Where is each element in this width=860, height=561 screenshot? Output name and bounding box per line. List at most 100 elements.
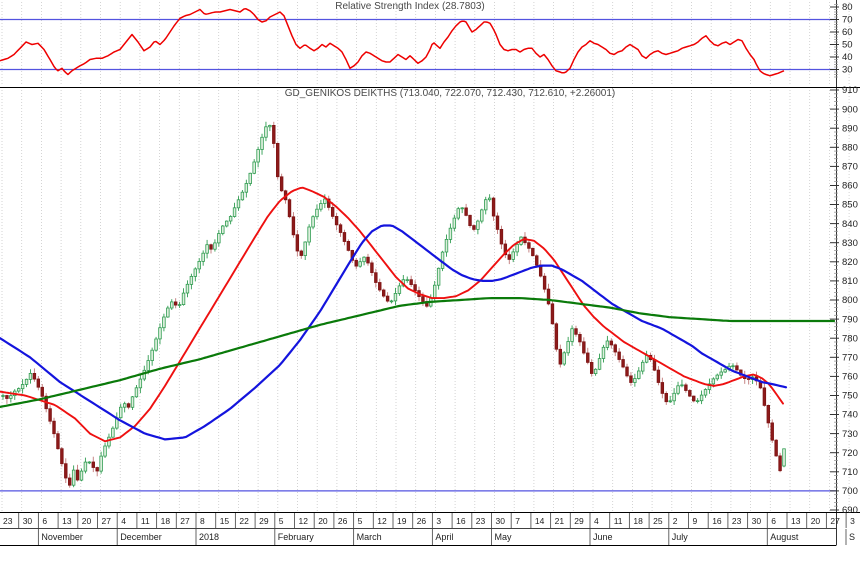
month-label: November: [41, 532, 83, 542]
candle: [217, 229, 221, 247]
candle: [715, 373, 719, 381]
candle: [52, 417, 56, 438]
price-axis-label: 900: [842, 104, 858, 115]
candle: [95, 466, 99, 477]
price-axis-label: 800: [842, 295, 858, 306]
day-tick-label: 23: [732, 516, 742, 526]
day-tick-label: 25: [653, 516, 663, 526]
candle: [778, 452, 782, 473]
month-label: July: [672, 532, 689, 542]
candle: [735, 362, 739, 371]
candle: [542, 273, 547, 293]
day-tick-label: 20: [82, 516, 92, 526]
candle: [703, 388, 708, 398]
candle: [389, 299, 394, 304]
candle: [731, 363, 735, 370]
candle: [695, 398, 700, 404]
candle: [189, 273, 194, 290]
candle: [83, 457, 88, 474]
candle: [209, 243, 213, 254]
candle: [134, 385, 139, 398]
day-tick-label: 23: [3, 516, 13, 526]
candle: [252, 159, 256, 175]
candle: [436, 267, 441, 290]
candle: [707, 378, 712, 394]
candle: [91, 456, 95, 473]
candle: [291, 212, 296, 238]
candle: [150, 347, 154, 366]
day-tick-label: 6: [42, 516, 47, 526]
day-tick-label: 27: [830, 516, 840, 526]
candle: [279, 173, 284, 193]
candle: [256, 146, 260, 168]
day-tick-label: 5: [279, 516, 284, 526]
price-axis-label: 740: [842, 410, 858, 421]
candle: [456, 206, 460, 221]
candle: [138, 373, 143, 394]
candle: [546, 283, 551, 306]
candle: [362, 256, 366, 266]
candle: [221, 225, 225, 236]
candle: [692, 395, 696, 403]
day-tick-label: 30: [23, 516, 33, 526]
candle: [444, 234, 449, 257]
day-tick-label: 27: [180, 516, 190, 526]
rsi-level-lines: [0, 18, 836, 71]
candle: [193, 267, 198, 282]
candle: [366, 253, 370, 266]
candle: [224, 220, 229, 228]
month-label: S: [849, 532, 855, 542]
candle: [582, 337, 586, 355]
candle: [613, 343, 617, 357]
price-axis-label: 700: [842, 486, 858, 497]
candle: [621, 355, 625, 369]
candle: [5, 394, 9, 404]
candle: [668, 395, 672, 403]
candle: [28, 369, 33, 384]
day-tick-label: 4: [594, 516, 599, 526]
month-label: June: [593, 532, 613, 542]
day-tick-label: 14: [535, 516, 545, 526]
candle: [303, 241, 307, 260]
price-axis-label: 870: [842, 162, 858, 173]
candle: [405, 276, 409, 283]
day-tick-label: 16: [712, 516, 722, 526]
candle: [656, 366, 661, 386]
candle: [276, 142, 280, 180]
candle: [358, 257, 362, 268]
day-tick-label: 16: [456, 516, 466, 526]
candle: [578, 331, 582, 347]
candle: [319, 199, 323, 212]
day-tick-label: 22: [239, 516, 249, 526]
candle: [315, 204, 319, 220]
month-label: December: [120, 532, 162, 542]
rsi-line: [0, 8, 785, 77]
day-tick-label: 3: [436, 516, 441, 526]
candle: [236, 196, 241, 211]
candle: [232, 202, 237, 218]
candle: [527, 240, 531, 253]
candle: [32, 368, 37, 382]
candle: [758, 378, 763, 390]
rsi-axis-label: 30: [842, 65, 853, 76]
day-tick-label: 26: [338, 516, 348, 526]
candle: [185, 280, 190, 298]
candle: [491, 196, 496, 221]
rsi-layer: [0, 8, 785, 77]
day-tick-label: 9: [693, 516, 698, 526]
charting-window: 80 70 60 50 40 30 910 900 890 880 870 860 850 840 830 8…: [0, 0, 860, 561]
day-tick-label: 12: [299, 516, 309, 526]
month-label: 2018: [199, 532, 219, 542]
candle: [617, 348, 621, 363]
price-axis-label: 890: [842, 123, 858, 134]
day-tick-label: 13: [791, 516, 801, 526]
day-tick-label: 11: [614, 516, 623, 526]
candle: [385, 292, 390, 303]
candle: [103, 442, 107, 458]
candle: [115, 412, 119, 430]
candle: [240, 190, 245, 201]
day-tick-label: 18: [161, 516, 171, 526]
candle: [126, 402, 131, 410]
candle: [609, 338, 614, 349]
price-axis-label: 770: [842, 353, 858, 364]
